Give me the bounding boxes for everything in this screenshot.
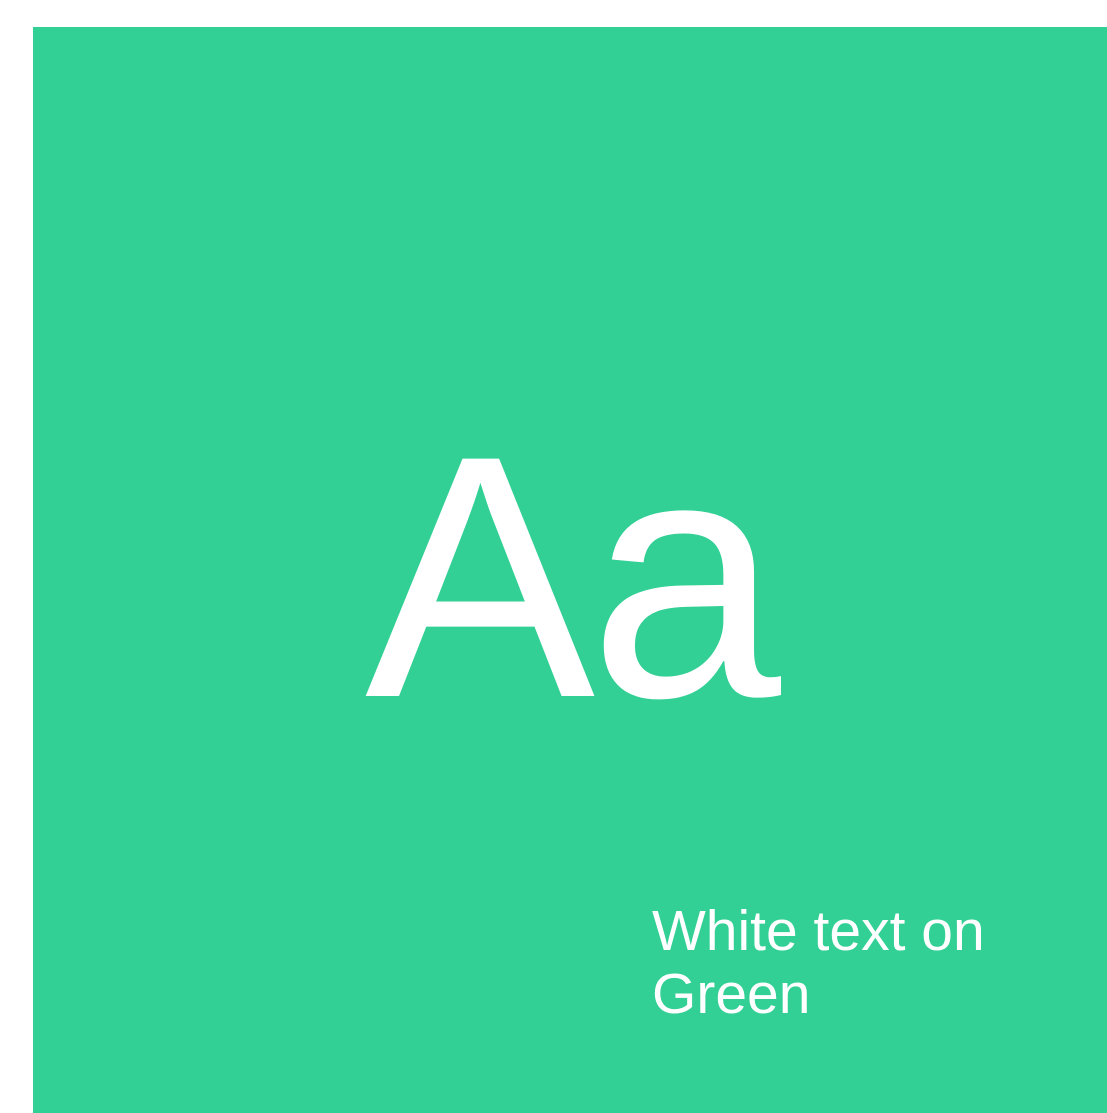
color-swatch-card: Aa White text on Green <box>33 27 1107 1113</box>
type-sample: Aa <box>365 385 781 770</box>
page: Aa White text on Green <box>0 0 1107 1113</box>
swatch-caption: White text on Green <box>652 899 985 1026</box>
